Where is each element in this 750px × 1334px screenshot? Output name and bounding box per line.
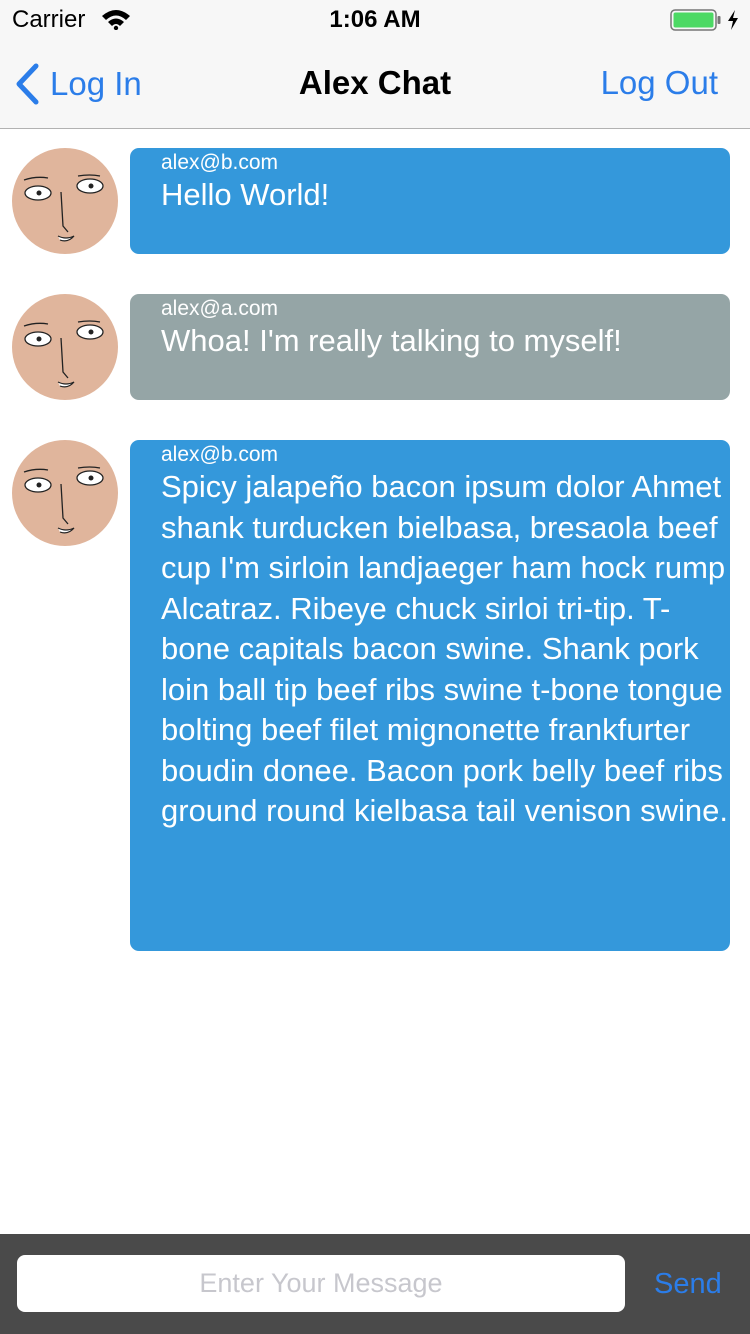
message-sender: alex@b.com <box>161 443 279 466</box>
message-input[interactable] <box>17 1255 625 1312</box>
message-bubble: alex@b.com Spicy jalapeño bacon ipsum do… <box>130 440 730 951</box>
message-bubble: alex@b.com Hello World! <box>130 148 730 254</box>
message-bubble: alex@a.com Whoa! I'm really talking to m… <box>130 294 730 400</box>
battery-icon <box>670 9 721 31</box>
avatar <box>12 148 118 254</box>
status-bar: Carrier 1:06 AM <box>0 0 750 40</box>
navigation-bar: Log In Alex Chat Log Out <box>0 40 750 129</box>
message-text: Whoa! I'm really talking to myself! <box>161 323 622 358</box>
avatar <box>12 294 118 400</box>
message-sender: alex@a.com <box>161 297 279 320</box>
clock: 1:06 AM <box>329 6 421 33</box>
message-text: Spicy jalapeño bacon ipsum dolor Ahmet s… <box>161 469 728 828</box>
charging-bolt-icon <box>728 10 738 30</box>
logout-button[interactable]: Log Out <box>601 64 718 102</box>
message-sender: alex@b.com <box>161 151 279 174</box>
message-composer: Send <box>0 1234 750 1334</box>
send-button[interactable]: Send <box>654 1268 722 1301</box>
message-list[interactable]: alex@b.com Hello World! alex@a.com Whoa!… <box>0 129 750 1234</box>
avatar <box>12 440 118 546</box>
message-text: Hello World! <box>161 177 330 212</box>
